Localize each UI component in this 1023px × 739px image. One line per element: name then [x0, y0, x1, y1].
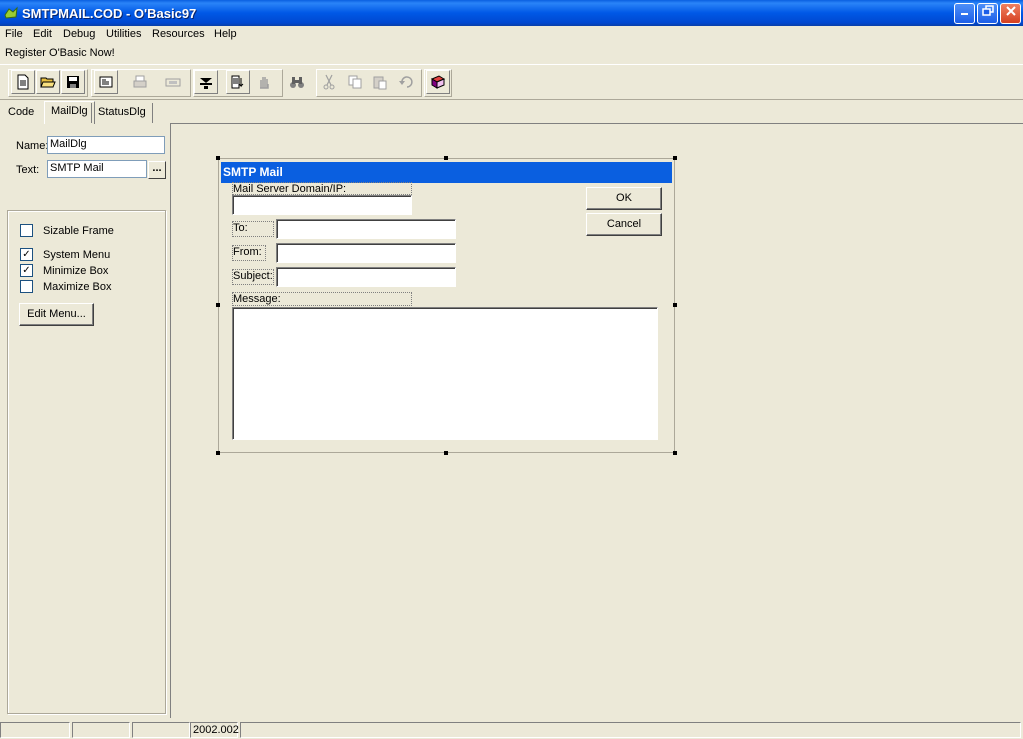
sizable-frame-label: Sizable Frame — [43, 224, 114, 237]
server-input[interactable] — [232, 195, 412, 215]
status-version: 2002.002 — [190, 722, 239, 738]
print-button[interactable] — [128, 70, 152, 94]
resize-handle-se[interactable] — [673, 451, 677, 455]
subject-input[interactable] — [276, 267, 456, 287]
run-to-button[interactable] — [226, 70, 250, 94]
minimize-icon — [960, 13, 968, 15]
resize-handle-w[interactable] — [216, 303, 220, 307]
cut-button[interactable] — [317, 70, 341, 94]
minimize-box-label: Minimize Box — [43, 264, 109, 277]
step-icon — [200, 78, 212, 89]
message-label[interactable]: Message: — [232, 292, 412, 306]
system-menu-checkbox[interactable]: ✓ — [20, 248, 33, 261]
find-button[interactable] — [285, 70, 309, 94]
edit-menu-button[interactable]: Edit Menu... — [19, 303, 94, 326]
app-icon — [4, 6, 18, 19]
resize-handle-s[interactable] — [444, 451, 448, 455]
menu-debug[interactable]: Debug — [63, 28, 95, 40]
status-pane-3 — [132, 722, 190, 738]
scissors-icon — [323, 74, 335, 90]
tab-code[interactable]: Code — [2, 103, 40, 123]
restore-button[interactable] — [977, 3, 998, 24]
button-tool[interactable] — [161, 70, 185, 94]
window-options-group: Sizable Frame ✓ System Menu ✓ Minimize B… — [7, 210, 166, 714]
from-input[interactable] — [276, 243, 456, 263]
close-button[interactable] — [1000, 3, 1021, 24]
maximize-box-checkbox[interactable] — [20, 280, 33, 293]
new-button[interactable] — [11, 70, 35, 94]
printer-icon — [133, 75, 147, 88]
step-into-icon — [231, 75, 244, 89]
message-textarea[interactable] — [232, 307, 658, 440]
menu-bar: File Edit Debug Utilities Resources Help — [0, 26, 1023, 44]
name-label: Name: — [16, 140, 49, 152]
copy-button[interactable] — [343, 70, 367, 94]
undo-button[interactable] — [394, 70, 418, 94]
status-pane-2 — [72, 722, 130, 738]
server-label[interactable]: Mail Server Domain/IP: — [232, 182, 412, 195]
toolbar — [0, 64, 1023, 100]
window-title: SMTPMAIL.COD - O'Basic97 — [22, 6, 197, 21]
text-label: Text: — [16, 164, 40, 176]
system-menu-label: System Menu — [43, 248, 111, 261]
from-label[interactable]: From: — [232, 245, 266, 261]
status-bar: 2002.002 — [0, 720, 1023, 739]
resize-handle-sw[interactable] — [216, 451, 220, 455]
sizable-frame-checkbox[interactable] — [20, 224, 33, 237]
menu-file[interactable]: File — [5, 28, 23, 40]
ok-button[interactable]: OK — [586, 187, 662, 210]
menu-resources[interactable]: Resources — [152, 28, 205, 40]
minimize-button[interactable] — [954, 3, 975, 24]
minimize-box-checkbox[interactable]: ✓ — [20, 264, 33, 277]
name-field[interactable]: MailDlg — [47, 136, 165, 154]
menu-edit[interactable]: Edit — [33, 28, 52, 40]
save-button[interactable] — [61, 70, 85, 94]
step-button[interactable] — [194, 70, 218, 94]
text-browse-button[interactable]: ... — [148, 161, 166, 179]
restore-icon — [981, 5, 994, 16]
status-pane-5 — [240, 722, 1021, 738]
hand-icon — [260, 77, 269, 89]
properties-button[interactable] — [94, 70, 118, 94]
help-button[interactable] — [426, 70, 450, 94]
dialog-title-bar: SMTP Mail — [221, 162, 672, 183]
copy-icon — [348, 75, 362, 89]
to-input[interactable] — [276, 219, 456, 239]
resize-handle-nw[interactable] — [216, 156, 220, 160]
sizable-frame-option[interactable]: Sizable Frame — [20, 224, 114, 237]
menu-utilities[interactable]: Utilities — [106, 28, 141, 40]
menu-help[interactable]: Help — [214, 28, 237, 40]
open-folder-icon — [40, 77, 56, 88]
status-pane-1 — [0, 722, 70, 738]
maximize-box-label: Maximize Box — [43, 280, 112, 293]
paste-icon — [373, 76, 387, 90]
cancel-button[interactable]: Cancel — [586, 213, 662, 236]
system-menu-option[interactable]: ✓ System Menu — [20, 248, 110, 261]
binoculars-icon — [290, 77, 304, 88]
paste-button[interactable] — [368, 70, 392, 94]
stop-button[interactable] — [252, 70, 276, 94]
register-link[interactable]: Register O'Basic Now! — [5, 47, 115, 59]
tab-maildlg[interactable]: MailDlg — [44, 101, 95, 124]
help-book-icon — [430, 75, 446, 89]
close-icon — [1005, 6, 1016, 16]
minimize-box-option[interactable]: ✓ Minimize Box — [20, 264, 108, 277]
undo-icon — [399, 76, 413, 88]
tab-statusdlg[interactable]: StatusDlg — [91, 103, 153, 123]
open-button[interactable] — [36, 70, 60, 94]
new-file-icon — [17, 74, 29, 90]
form-icon — [99, 76, 113, 88]
resize-handle-n[interactable] — [444, 156, 448, 160]
button-control-icon — [165, 78, 181, 87]
to-label[interactable]: To: — [232, 221, 274, 237]
maximize-box-option[interactable]: Maximize Box — [20, 280, 111, 293]
properties-panel: Name: MailDlg Text: SMTP Mail ... Sizabl… — [0, 123, 170, 718]
text-field[interactable]: SMTP Mail — [47, 160, 147, 178]
title-bar[interactable]: SMTPMAIL.COD - O'Basic97 — [0, 0, 1023, 26]
save-disk-icon — [67, 76, 79, 88]
resize-handle-ne[interactable] — [673, 156, 677, 160]
resize-handle-e[interactable] — [673, 303, 677, 307]
tab-strip: Code MailDlg StatusDlg — [0, 101, 170, 124]
subject-label[interactable]: Subject: — [232, 269, 274, 285]
